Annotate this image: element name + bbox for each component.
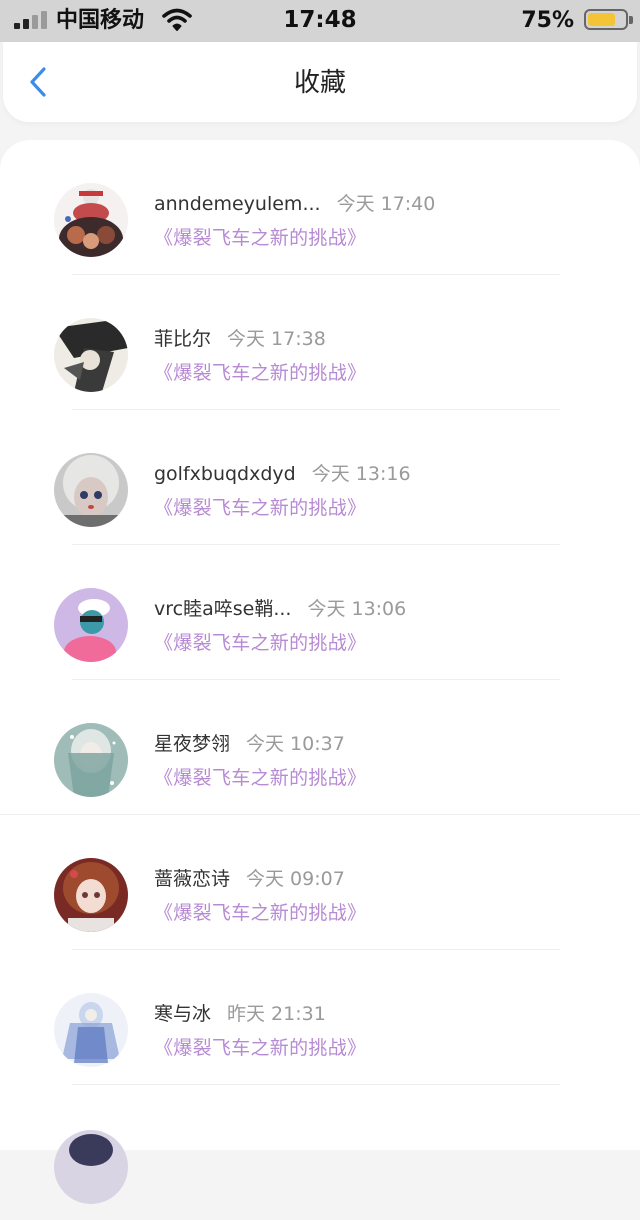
favorite-item[interactable]: 菲比尔 今天 17:38 《爆裂飞车之新的挑战》 (0, 275, 640, 410)
game-title[interactable]: 《爆裂飞车之新的挑战》 (154, 899, 366, 927)
timestamp: 今天 17:38 (227, 328, 326, 350)
game-title[interactable]: 《爆裂飞车之新的挑战》 (154, 494, 366, 522)
game-title[interactable]: 《爆裂飞车之新的挑战》 (154, 359, 366, 387)
favorite-item[interactable]: vrc睦a啐se鞘... 今天 13:06 《爆裂飞车之新的挑战》 (0, 545, 640, 680)
user-name: 菲比尔 (154, 328, 212, 350)
avatar (54, 993, 128, 1067)
user-name: 蔷薇恋诗 (154, 868, 231, 890)
user-name: golfxbuqdxdyd (154, 463, 296, 485)
user-name: 寒与冰 (154, 1003, 212, 1025)
battery-fill (588, 13, 615, 26)
avatar (54, 1130, 128, 1204)
game-title[interactable]: 《爆裂飞车之新的挑战》 (154, 629, 366, 657)
user-name: 星夜梦翎 (154, 733, 231, 755)
avatar (54, 318, 128, 392)
favorite-item[interactable]: 寒与冰 昨天 21:31 《爆裂飞车之新的挑战》 (0, 950, 640, 1085)
timestamp: 今天 10:37 (246, 733, 345, 755)
favorite-item[interactable]: 星夜梦翎 今天 10:37 《爆裂飞车之新的挑战》 (0, 680, 640, 815)
favorite-item[interactable]: golfxbuqdxdyd 今天 13:16 《爆裂飞车之新的挑战》 (0, 410, 640, 545)
favorite-item[interactable]: anndemeyulem... 今天 17:40 《爆裂飞车之新的挑战》 (0, 140, 640, 275)
favorites-list: anndemeyulem... 今天 17:40 《爆裂飞车之新的挑战》 菲比尔今… (0, 140, 640, 1204)
avatar (54, 588, 128, 662)
timestamp: 今天 13:06 (307, 598, 407, 620)
timestamp: 今天 09:07 (246, 868, 345, 890)
status-bar: 中国移动 17:48 75% (0, 0, 640, 42)
favorite-item-partial[interactable] (0, 1085, 640, 1220)
avatar (54, 183, 128, 257)
game-title[interactable]: 《爆裂飞车之新的挑战》 (154, 1034, 366, 1062)
user-name: vrc睦a啐se鞘... (154, 598, 292, 620)
game-title[interactable]: 《爆裂飞车之新的挑战》 (154, 224, 366, 252)
battery-percent: 75% (521, 8, 574, 33)
game-title[interactable]: 《爆裂飞车之新的挑战》 (154, 764, 366, 792)
timestamp: 今天 13:16 (311, 463, 411, 485)
page-title: 收藏 (293, 68, 346, 98)
battery-icon (584, 9, 633, 30)
timestamp: 昨天 21:31 (227, 1003, 326, 1025)
avatar (54, 723, 128, 797)
avatar (54, 858, 128, 932)
favorite-item[interactable]: 蔷薇恋诗 今天 09:07 《爆裂飞车之新的挑战》 (0, 815, 640, 950)
avatar (54, 453, 128, 527)
timestamp: 今天 17:40 (336, 193, 436, 215)
nav-header: 收藏 (3, 42, 637, 122)
user-name: anndemeyulem... (154, 193, 321, 215)
